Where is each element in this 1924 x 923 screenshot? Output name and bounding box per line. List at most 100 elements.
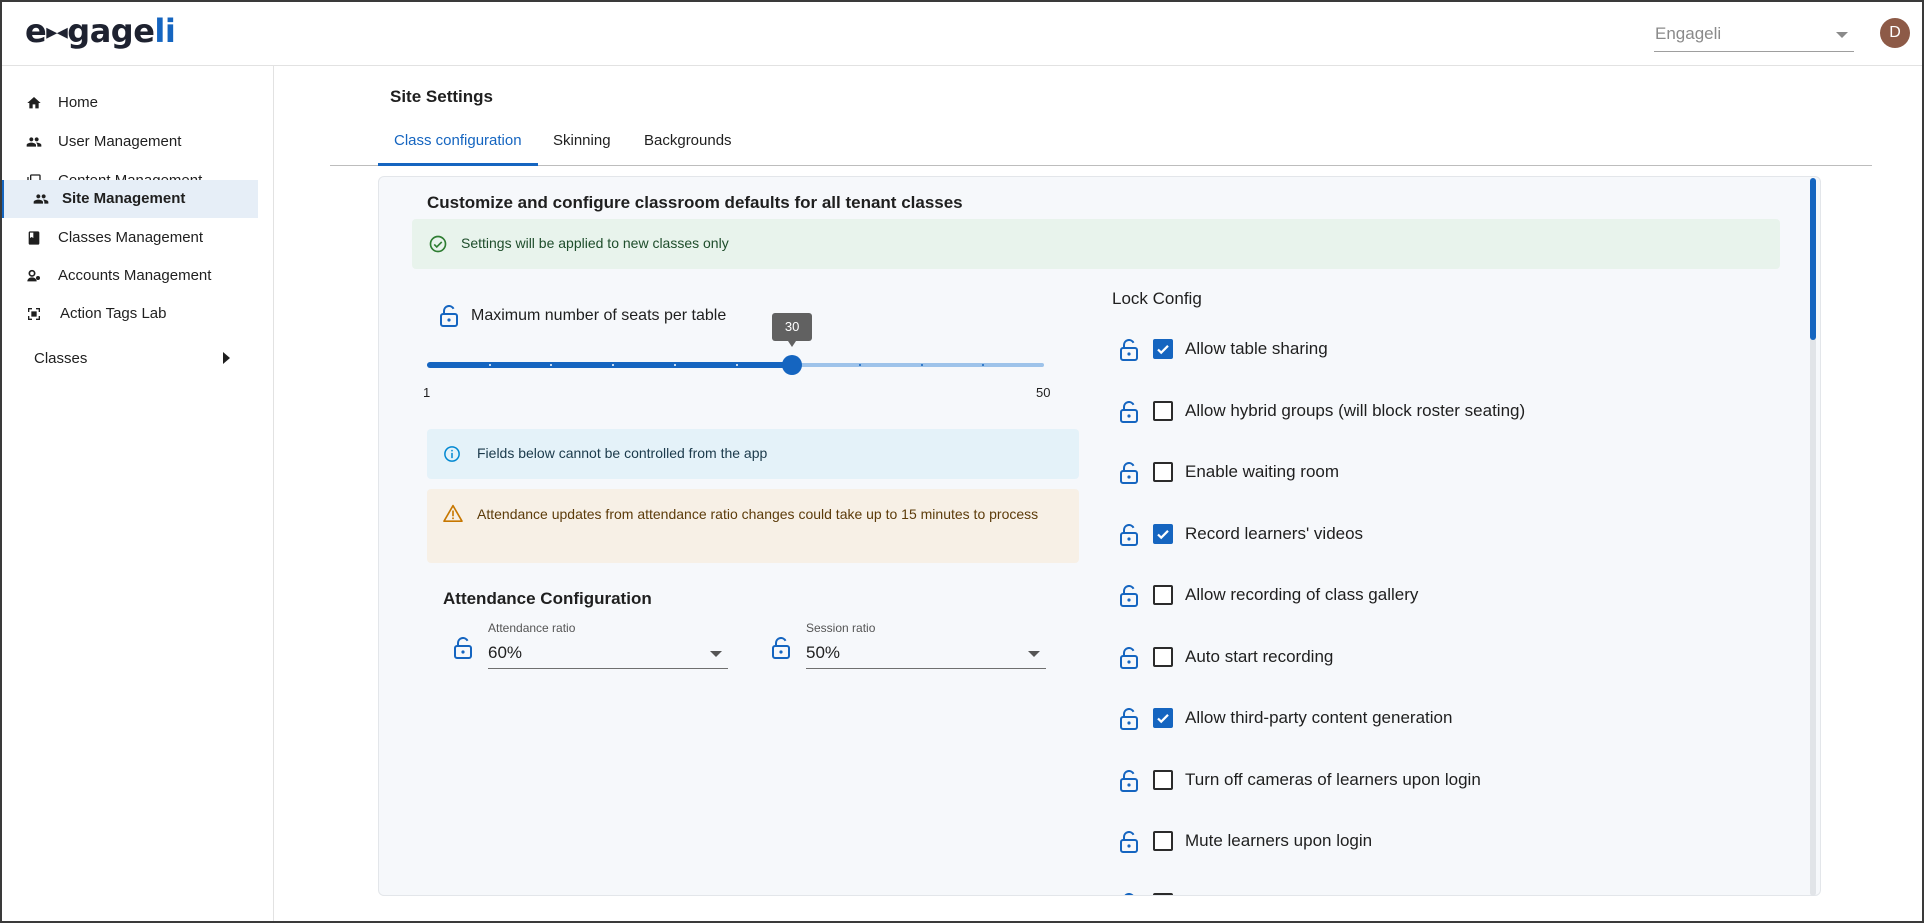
sidebar-item-home[interactable]: Home: [0, 84, 258, 122]
lock-open-icon[interactable]: [1119, 769, 1139, 792]
lock-config-option-label: Enable waiting room: [1185, 462, 1340, 481]
sidebar-item-label: Site Management: [62, 190, 186, 207]
info-banner-text: Fields below cannot be controlled from t…: [477, 445, 768, 461]
tab-class-configuration[interactable]: Class configuration: [394, 132, 522, 149]
sidebar-item-classes[interactable]: Classes: [34, 350, 87, 367]
lock-open-icon[interactable]: [1119, 462, 1139, 484]
people-icon: [33, 194, 49, 204]
check-icon: [1157, 529, 1169, 539]
lock-open-icon[interactable]: [1119, 523, 1139, 546]
sidebar-item-accounts-management[interactable]: Accounts Management: [0, 257, 258, 295]
scan-icon: [28, 308, 40, 320]
slider-step-mark: [735, 364, 738, 366]
warning-banner: Attendance updates from attendance ratio…: [427, 489, 1079, 563]
tabs-divider: [330, 165, 1872, 166]
lock-config-option[interactable]: Auto start recording: [1119, 643, 1769, 673]
people-icon: [26, 137, 42, 147]
active-tab-indicator: [378, 163, 538, 166]
lock-config-option[interactable]: Mute learners upon login: [1119, 827, 1769, 857]
attendance-ratio-value: 60%: [488, 643, 523, 662]
card-title: Customize and configure classroom defaul…: [427, 193, 963, 212]
slider-step-mark: [920, 364, 923, 366]
lock-open-icon[interactable]: [1119, 708, 1139, 730]
sidebar: Home User Management Content Management …: [0, 66, 274, 923]
tab-backgrounds[interactable]: Backgrounds: [644, 132, 732, 149]
checkbox-checked[interactable]: [1153, 523, 1173, 544]
seats-per-table-label: Maximum number of seats per table: [471, 307, 727, 324]
check-icon: [1157, 714, 1169, 724]
chevron-down-icon: [1028, 651, 1040, 657]
lock-config-option[interactable]: Allow recording of class gallery: [1119, 581, 1769, 611]
slider-step-mark: [488, 364, 491, 366]
chevron-right-icon[interactable]: [223, 352, 230, 364]
lock-open-icon[interactable]: [1119, 585, 1139, 607]
checkbox-checked[interactable]: [1153, 708, 1173, 728]
chevron-down-icon: [710, 651, 722, 657]
checkbox[interactable]: [1153, 892, 1173, 895]
lock-open-icon[interactable]: [1119, 831, 1139, 853]
tab-skinning[interactable]: Skinning: [553, 132, 611, 149]
lock-config-option[interactable]: Allow third-party content generation: [1119, 704, 1769, 734]
engageli-logo[interactable]: e▸◂gageli: [25, 12, 176, 50]
lock-config-option-label: Allow table sharing: [1185, 339, 1328, 358]
lock-config-option-label: Allow recording of class gallery: [1185, 585, 1419, 604]
sidebar-item-classes-management[interactable]: Classes Management: [0, 219, 258, 257]
avatar[interactable]: D: [1880, 18, 1910, 48]
lock-open-icon[interactable]: [1119, 646, 1139, 669]
checkbox[interactable]: [1153, 462, 1173, 482]
info-icon: [444, 446, 460, 462]
tenant-select[interactable]: Engageli: [1654, 18, 1854, 52]
slider-max-label: 50: [1036, 385, 1051, 400]
session-ratio-label: Session ratio: [806, 621, 876, 635]
lock-config-option-label: Allow hybrid groups (will block roster s…: [1185, 400, 1526, 420]
lock-open-icon[interactable]: [1119, 892, 1139, 897]
lock-config-option[interactable]: Allow hybrid groups (will block roster s…: [1119, 397, 1769, 427]
slider-thumb[interactable]: [782, 355, 803, 375]
sidebar-item-label: User Management: [58, 133, 182, 150]
check-circle-icon: [429, 235, 447, 253]
sidebar-item-label: Accounts Management: [58, 267, 212, 284]
lock-config-option[interactable]: Record learners' videos: [1119, 520, 1769, 550]
lock-config-option[interactable]: Turn off cameras of learners upon login: [1119, 766, 1769, 796]
lock-config-option[interactable]: Allow table sharing: [1119, 335, 1769, 365]
checkbox[interactable]: [1153, 831, 1173, 851]
lock-config-option[interactable]: Start learners in low-bandwidth mode: [1119, 889, 1769, 897]
slider-step-mark: [673, 364, 676, 366]
lock-open-icon[interactable]: [1119, 339, 1139, 361]
session-ratio-select[interactable]: Session ratio 50%: [806, 621, 1046, 669]
success-banner: Settings will be applied to new classes …: [412, 219, 1780, 269]
check-icon: [1157, 345, 1169, 355]
tenant-select-value: Engageli: [1655, 24, 1722, 43]
checkbox-checked[interactable]: [1153, 339, 1173, 359]
sidebar-item-user-management[interactable]: User Management: [0, 123, 258, 161]
slider-min-label: 1: [423, 385, 431, 400]
chevron-down-icon: [1836, 32, 1848, 38]
lock-config-title: Lock Config: [1112, 289, 1202, 308]
top-bar: e▸◂gageli Engageli D: [0, 0, 1924, 66]
attendance-ratio-select[interactable]: Attendance ratio 60%: [488, 621, 728, 669]
seats-per-table-slider[interactable]: [427, 355, 1044, 375]
lock-open-icon[interactable]: [439, 305, 459, 327]
lock-open-icon[interactable]: [1119, 400, 1139, 423]
checkbox[interactable]: [1153, 646, 1173, 667]
attendance-configuration-title: Attendance Configuration: [443, 589, 652, 608]
slider-value-tooltip: 30: [772, 313, 813, 347]
sidebar-item-label: Action Tags Lab: [60, 305, 167, 322]
sidebar-item-label: Home: [58, 94, 99, 111]
lock-config-option-label: Start learners in low-bandwidth mode: [1185, 893, 1466, 896]
lock-open-icon[interactable]: [771, 637, 791, 659]
lock-config-option[interactable]: Enable waiting room: [1119, 458, 1769, 488]
lock-open-icon[interactable]: [453, 637, 473, 659]
scrollbar-thumb[interactable]: [1810, 178, 1816, 340]
sidebar-item-site-management[interactable]: Site Management: [0, 180, 258, 218]
checkbox[interactable]: [1153, 400, 1173, 421]
page-title: Site Settings: [390, 87, 493, 106]
success-banner-text: Settings will be applied to new classes …: [461, 235, 729, 251]
lock-config-option-label: Auto start recording: [1185, 646, 1334, 666]
checkbox[interactable]: [1153, 769, 1173, 790]
sidebar-item-action-tags-lab[interactable]: Action Tags Lab: [0, 295, 258, 333]
checkbox[interactable]: [1153, 585, 1173, 605]
warning-icon: [443, 504, 463, 522]
info-banner: Fields below cannot be controlled from t…: [427, 429, 1079, 479]
lock-config-option-label: Mute learners upon login: [1185, 831, 1373, 850]
